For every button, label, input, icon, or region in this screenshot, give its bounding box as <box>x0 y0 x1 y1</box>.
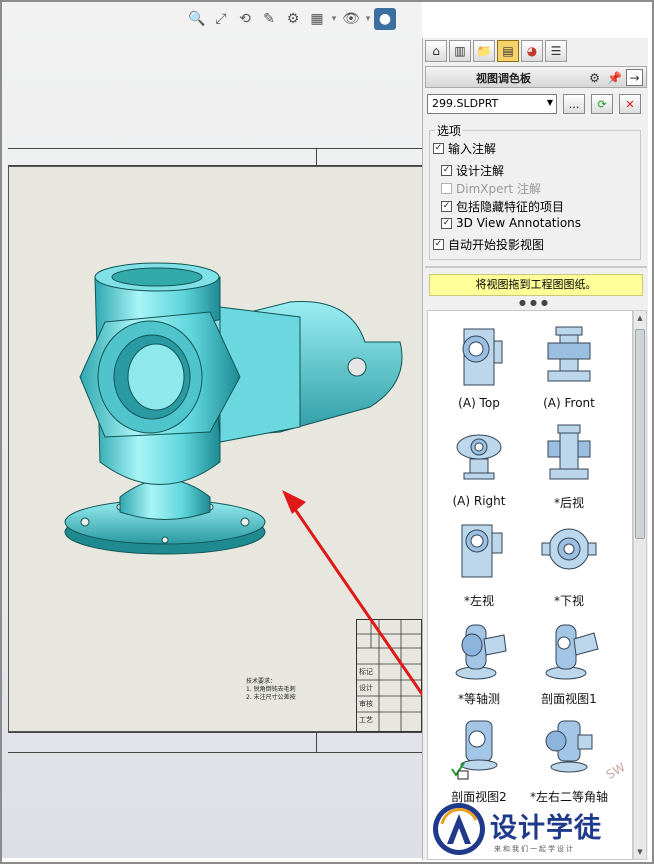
dimxpert-annotations-label: DimXpert 注解 <box>456 182 541 196</box>
design-annotations-checkbox[interactable]: ✓ 设计注解 <box>441 162 504 179</box>
logo-text: 设计学徒 <box>490 813 602 844</box>
view-thumb-top <box>462 328 503 386</box>
view-label: (A) Top <box>458 396 500 410</box>
view-item-front[interactable]: (A) Front <box>524 321 614 417</box>
refresh-button[interactable]: ⟳ <box>591 94 613 114</box>
view-thumb-isometric <box>455 624 507 680</box>
task-pane-tabs: ⌂ ▥ 📁 ▤ ◕ ☰ <box>423 40 567 64</box>
folder-icon[interactable]: 📁 <box>473 40 495 62</box>
properties-icon[interactable]: ☰ <box>545 40 567 62</box>
home-icon[interactable]: ⌂ <box>425 40 447 62</box>
auto-projection-checkbox[interactable]: ✓ 自动开始投影视图 <box>433 236 544 253</box>
view-list-scrollbar[interactable]: ▲ ▼ <box>633 310 647 860</box>
view-item-back[interactable]: *后视 <box>524 419 614 515</box>
sheet-border-top <box>8 148 423 149</box>
part-icon[interactable]: ▥ <box>449 40 471 62</box>
drag-hint: 将视图拖到工程图图纸。 <box>429 274 643 296</box>
hide-show-icon[interactable]: 👁 <box>340 8 362 30</box>
import-annotations-label: 输入注解 <box>448 142 497 156</box>
view-item-right[interactable]: (A) Right <box>434 419 524 515</box>
view-item-top[interactable]: (A) Top <box>434 321 524 417</box>
appearance-icon[interactable]: ● <box>374 8 396 30</box>
view-label: (A) Right <box>452 494 506 508</box>
options-group: 选项 ✓ 输入注解 ✓ 设计注解 DimXpert 注解 ✓ 包括隐藏特征的项目… <box>427 120 643 260</box>
view-thumb-front <box>547 326 591 382</box>
view-3d-annotations-checkbox[interactable]: ✓ 3D View Annotations <box>441 216 581 230</box>
view-item-section-1[interactable]: 剖面视图1 <box>524 615 614 711</box>
view-item-isometric[interactable]: *等轴测 <box>434 615 524 711</box>
chevron-down-icon[interactable]: ▾ <box>364 14 372 24</box>
brand-logo: 设计学徒 来和我们一起学设计 SW <box>430 760 650 860</box>
task-pane: ⌂ ▥ 📁 ▤ ◕ ☰ 视图调色板 ⚙ 📌 → 299.SLDPRT ▼ ...… <box>422 38 648 860</box>
chevron-down-icon[interactable]: ▾ <box>330 14 338 24</box>
clear-button[interactable]: ✕ <box>619 94 641 114</box>
view-thumb-back <box>547 424 591 480</box>
view-label: *左视 <box>463 594 494 608</box>
view-label: *下视 <box>553 594 584 608</box>
scroll-thumb[interactable] <box>635 329 645 539</box>
splitter-handle[interactable]: ●●● <box>519 298 552 307</box>
panel-title: 视图调色板 <box>476 72 531 85</box>
section-view-icon[interactable]: ✎ <box>258 8 280 30</box>
heads-up-toolbar: 🔍 ⤢ ⟲ ✎ ⚙ ▦ ▾ 👁 ▾ ● <box>186 6 396 32</box>
logo-subtitle: 来和我们一起学设计 <box>494 845 575 853</box>
previous-view-icon[interactable]: ⟲ <box>234 8 256 30</box>
zoom-area-icon[interactable]: ⤢ <box>210 8 232 30</box>
options-icon[interactable]: ⚙ <box>586 69 603 86</box>
view-item-dimetric[interactable]: *左右二等角轴 <box>524 713 614 809</box>
file-select[interactable]: 299.SLDPRT ▼ <box>427 94 557 114</box>
checkbox-checked[interactable]: ✓ <box>441 217 452 229</box>
checkbox-checked[interactable]: ✓ <box>433 239 444 250</box>
auto-projection-label: 自动开始投影视图 <box>448 238 545 252</box>
import-annotations-checkbox[interactable]: ✓ 输入注解 <box>433 140 496 157</box>
display-style-icon[interactable]: ▦ <box>306 8 328 30</box>
view-thumb-section-1 <box>545 624 599 680</box>
sheet-border-outer-bottom <box>8 752 423 753</box>
hidden-features-checkbox[interactable]: ✓ 包括隐藏特征的项目 <box>441 198 564 215</box>
dimxpert-annotations-checkbox: DimXpert 注解 <box>441 180 541 197</box>
checkbox-checked[interactable]: ✓ <box>441 165 452 176</box>
pin-icon[interactable]: 📌 <box>606 69 623 86</box>
view-palette-header: 视图调色板 ⚙ 📌 → <box>425 66 647 88</box>
view-item-left[interactable]: *左视 <box>434 517 524 613</box>
view-label: 剖面视图1 <box>541 692 597 706</box>
view-label: *等轴测 <box>457 692 500 706</box>
file-select-value: 299.SLDPRT <box>432 97 499 110</box>
chevron-down-icon: ▼ <box>546 98 553 107</box>
view-thumb-dimetric <box>545 720 593 773</box>
checkbox-unchecked <box>441 183 452 194</box>
scroll-up-icon[interactable]: ▲ <box>634 311 646 325</box>
view-item-bottom[interactable]: *下视 <box>524 517 614 613</box>
design-annotations-label: 设计注解 <box>456 164 505 178</box>
view-label: *后视 <box>553 496 584 510</box>
zoom-fit-icon[interactable]: 🔍 <box>186 8 208 30</box>
view-item-section-2[interactable]: 剖面视图2 <box>434 713 524 809</box>
view-3d-annotations-label: 3D View Annotations <box>456 216 582 230</box>
collapse-icon[interactable]: → <box>626 69 643 86</box>
view-thumb-left <box>461 524 503 578</box>
view-list: (A) Top (A) Front (A) Right *后视 *左视 *下视 … <box>427 310 633 860</box>
logo-emblem-icon <box>433 803 485 855</box>
view-thumb-bottom <box>541 528 597 570</box>
section-divider <box>425 266 647 268</box>
checkbox-checked[interactable]: ✓ <box>441 201 452 212</box>
browse-button[interactable]: ... <box>563 94 585 114</box>
options-group-label: 选项 <box>435 122 464 139</box>
view-palette-icon[interactable]: ▤ <box>497 40 519 62</box>
hidden-features-label: 包括隐藏特征的项目 <box>456 200 565 214</box>
checkbox-checked[interactable]: ✓ <box>433 143 444 154</box>
view-thumb-right <box>456 434 502 480</box>
view-orientation-icon[interactable]: ⚙ <box>282 8 304 30</box>
view-label: (A) Front <box>543 396 595 410</box>
sheet-divider <box>316 148 317 165</box>
appearance-tab-icon[interactable]: ◕ <box>521 40 543 62</box>
view-thumb-section-2 <box>451 720 498 780</box>
